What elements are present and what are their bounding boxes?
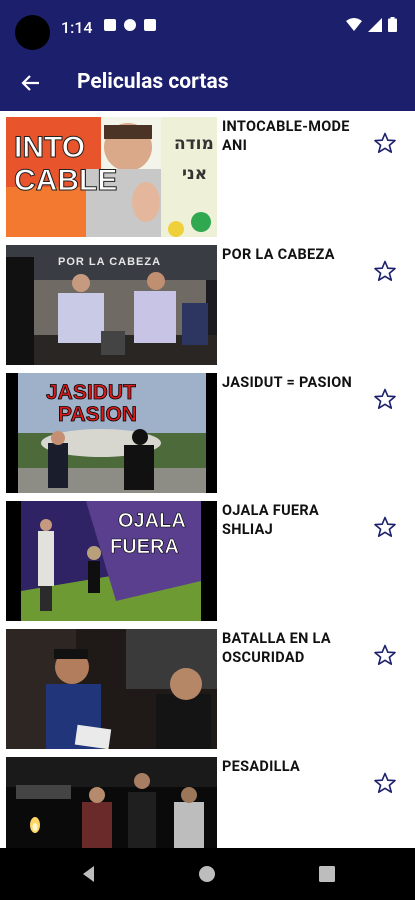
system-nav-bar [0, 848, 415, 900]
battery-icon [388, 17, 397, 32]
nav-back-icon[interactable] [77, 862, 101, 886]
thumbnail-caption: PASION [58, 403, 137, 426]
list-item[interactable]: PESADILLA [0, 751, 415, 848]
item-title: PESADILLA [222, 758, 301, 775]
wifi-icon [346, 17, 362, 31]
thumbnail-caption: OJALA [118, 510, 186, 532]
item-title: BATALLA EN LA OSCURIDAD [222, 630, 331, 666]
status-bar: 1:14 [0, 0, 415, 55]
item-title: JASIDUT = PASION [222, 374, 353, 391]
video-thumbnail[interactable] [6, 757, 217, 848]
thumbnail-image: JASIDUT PASION [6, 373, 217, 493]
star-outline-icon[interactable] [373, 515, 397, 539]
star-outline-icon[interactable] [373, 131, 397, 155]
notification-icons [104, 19, 156, 31]
back-button[interactable] [16, 69, 46, 97]
thumbnail-caption: אני [182, 164, 207, 184]
sim-card-icon [144, 19, 156, 31]
star-outline-icon[interactable] [373, 771, 397, 795]
video-thumbnail[interactable] [6, 629, 217, 749]
signal-icon [368, 17, 382, 32]
list-item[interactable]: INTO CABLE מודה אני INTOCABLE-MODE ANI [0, 111, 415, 239]
star-outline-icon[interactable] [373, 259, 397, 283]
status-time: 1:14 [61, 18, 93, 37]
list-item[interactable]: OJALA FUERA OJALA FUERA SHLIAJ [0, 495, 415, 623]
star-outline-icon[interactable] [373, 643, 397, 667]
nav-home-icon[interactable] [195, 862, 219, 886]
thumbnail-image [6, 757, 217, 848]
thumbnail-caption: FUERA [110, 536, 179, 558]
video-thumbnail[interactable]: POR LA CABEZA [6, 245, 217, 365]
app-bar: Peliculas cortas [0, 55, 415, 111]
arrow-back-icon [21, 75, 39, 91]
list-item[interactable]: JASIDUT PASION JASIDUT = PASION [0, 367, 415, 495]
movie-list: INTO CABLE מודה אני INTOCABLE-MODE ANI P… [0, 111, 415, 848]
thumbnail-caption: POR LA CABEZA [58, 256, 161, 268]
nav-recents-icon[interactable] [315, 862, 339, 886]
list-item[interactable]: POR LA CABEZA POR LA CABEZA [0, 239, 415, 367]
video-thumbnail[interactable]: INTO CABLE מודה אני [6, 117, 217, 237]
item-title: POR LA CABEZA [222, 246, 335, 263]
list-item[interactable]: BATALLA EN LA OSCURIDAD [0, 623, 415, 751]
page-title: Peliculas cortas [77, 70, 229, 94]
thumbnail-image: OJALA FUERA [6, 501, 217, 621]
thumbnail-image [6, 629, 217, 749]
notification-icon [104, 19, 116, 31]
thumbnail-caption: INTO [14, 131, 85, 164]
item-title: INTOCABLE-MODE ANI [222, 118, 350, 154]
notification-icon [124, 19, 136, 31]
item-title: OJALA FUERA SHLIAJ [222, 502, 320, 538]
system-icons [346, 17, 397, 32]
thumbnail-image: POR LA CABEZA [6, 245, 217, 365]
star-outline-icon[interactable] [373, 387, 397, 411]
video-thumbnail[interactable]: JASIDUT PASION [6, 373, 217, 493]
video-thumbnail[interactable]: OJALA FUERA [6, 501, 217, 621]
thumbnail-caption: מודה [174, 134, 214, 154]
camera-cutout [15, 15, 50, 50]
thumbnail-image: INTO CABLE מודה אני [6, 117, 217, 237]
thumbnail-caption: CABLE [14, 164, 117, 197]
thumbnail-caption: JASIDUT [46, 381, 136, 404]
